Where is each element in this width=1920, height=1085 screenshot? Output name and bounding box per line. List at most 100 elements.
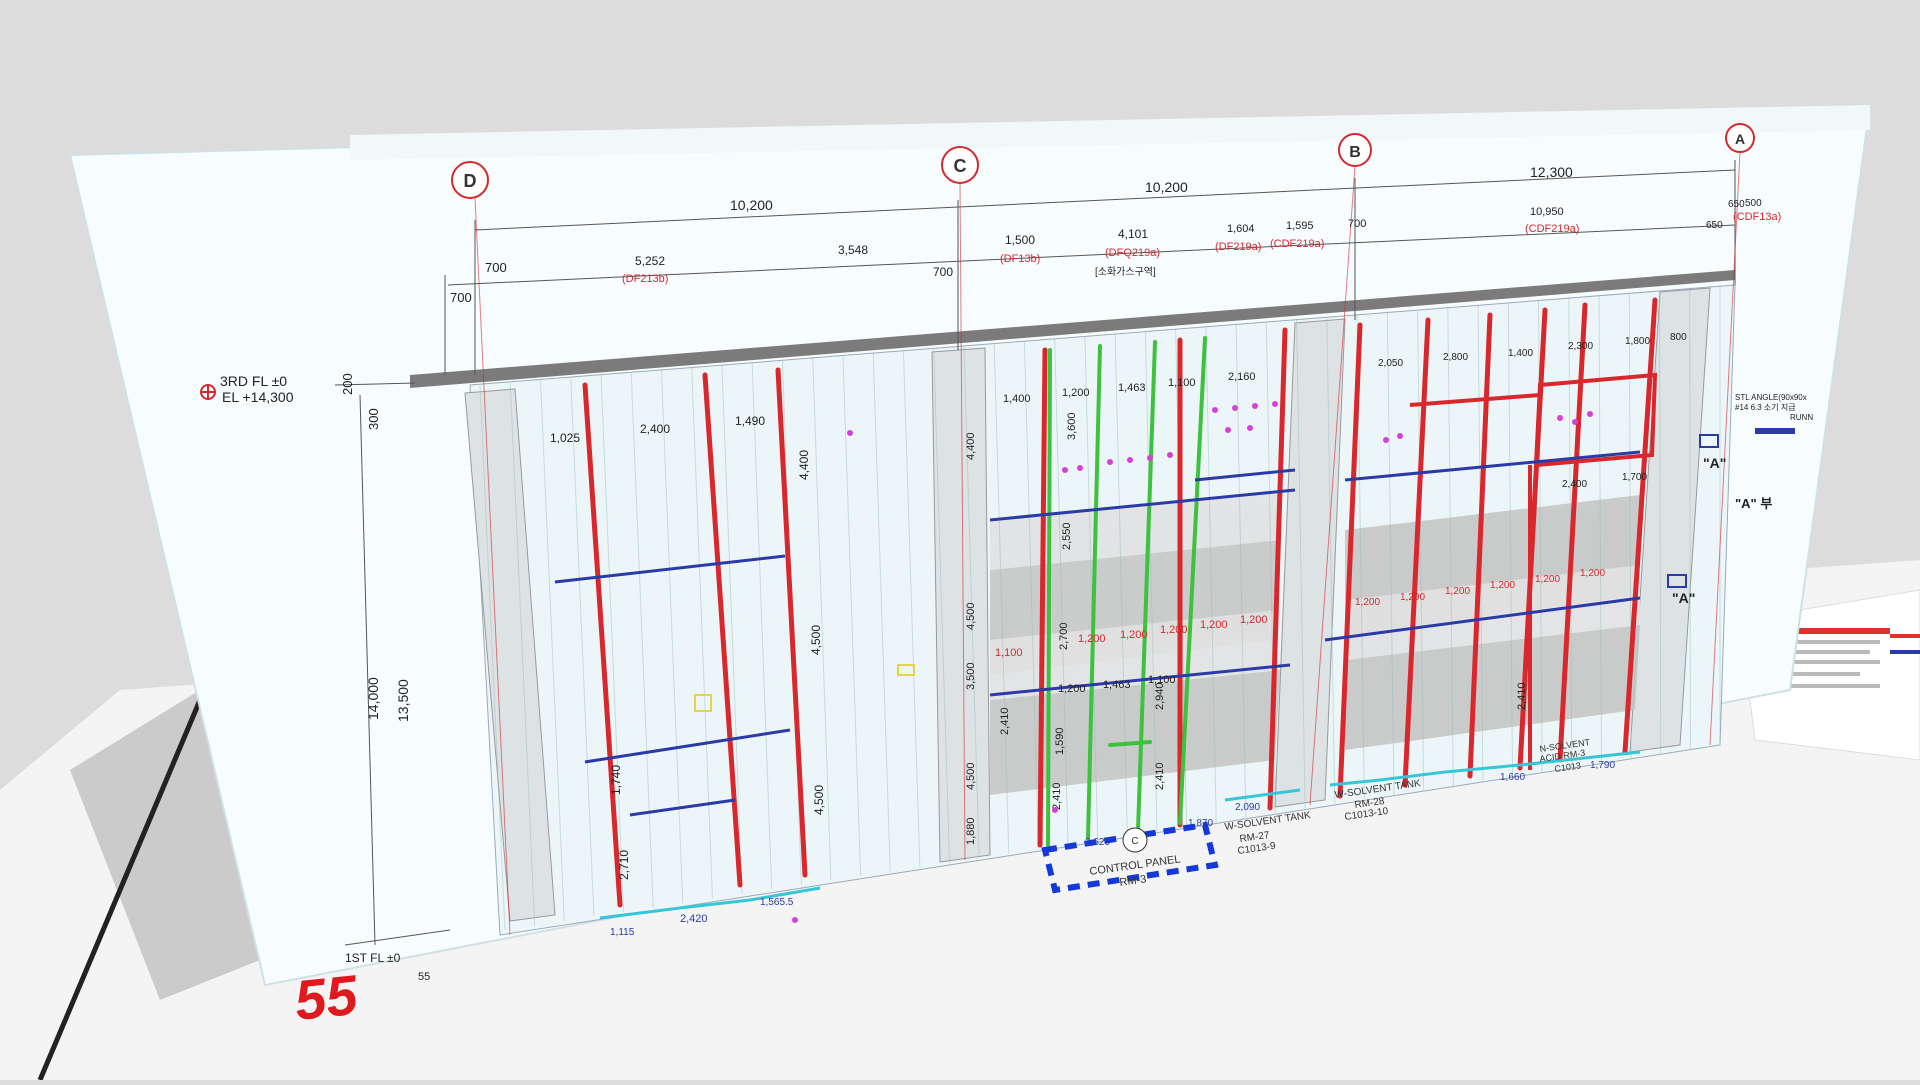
svg-text:3,600: 3,600 (1066, 412, 1078, 440)
svg-text:(CDF219a): (CDF219a) (1525, 223, 1579, 235)
svg-text:"A" 부: "A" 부 (1735, 496, 1772, 511)
svg-text:1,200: 1,200 (1240, 614, 1268, 626)
svg-text:D: D (464, 171, 477, 191)
svg-text:1,200: 1,200 (1120, 629, 1148, 641)
marker-dot (1557, 415, 1563, 421)
svg-text:2,400: 2,400 (640, 422, 670, 436)
svg-text:800: 800 (1670, 332, 1687, 343)
marker-dot (792, 917, 798, 923)
svg-text:14,000: 14,000 (365, 677, 381, 720)
svg-text:1,115: 1,115 (610, 927, 635, 938)
svg-text:1,025: 1,025 (550, 431, 580, 445)
svg-text:3,548: 3,548 (838, 243, 868, 257)
svg-text:650: 650 (1728, 199, 1745, 210)
korean-zone-note: [소화가스구역] (1095, 266, 1156, 278)
svg-text:2,300: 2,300 (1568, 341, 1593, 352)
svg-text:1,880: 1,880 (965, 817, 977, 845)
svg-text:1,870: 1,870 (1188, 818, 1213, 829)
svg-text:1,400: 1,400 (1508, 348, 1533, 359)
marker-dot (1052, 807, 1058, 813)
svg-text:13,500: 13,500 (395, 679, 411, 722)
svg-text:500: 500 (1745, 198, 1762, 209)
svg-text:1,740: 1,740 (609, 765, 623, 795)
svg-text:C: C (954, 156, 967, 176)
svg-text:700: 700 (1348, 218, 1366, 230)
svg-text:1,200: 1,200 (1078, 633, 1106, 645)
svg-text:1,790: 1,790 (1590, 760, 1615, 771)
svg-text:2,050: 2,050 (1378, 358, 1403, 369)
svg-text:(DF219a): (DF219a) (1215, 241, 1261, 253)
svg-text:1,463: 1,463 (1103, 679, 1131, 691)
svg-text:700: 700 (450, 290, 472, 305)
svg-text:700: 700 (485, 260, 507, 275)
svg-text:2,620: 2,620 (1085, 837, 1110, 848)
svg-text:(DF13b): (DF13b) (1000, 253, 1040, 265)
svg-text:4,500: 4,500 (965, 762, 977, 790)
svg-text:1,200: 1,200 (1535, 574, 1560, 585)
cad-sheet-3d-view[interactable]: D C B A 10,200 10,200 12,300 700 5,252 3… (0, 0, 1920, 1081)
svg-text:(DFQ219a): (DFQ219a) (1105, 247, 1160, 259)
svg-text:"A": "A" (1703, 455, 1726, 471)
marker-dot (1107, 459, 1113, 465)
marker-dot (1147, 455, 1153, 461)
svg-text:700: 700 (933, 265, 953, 279)
svg-text:1,200: 1,200 (1400, 592, 1425, 603)
svg-text:4,500: 4,500 (965, 602, 977, 630)
svg-text:(CDF13a): (CDF13a) (1733, 211, 1781, 223)
marker-dot (1252, 403, 1258, 409)
svg-text:2,700: 2,700 (1058, 622, 1070, 650)
svg-text:1,100: 1,100 (995, 647, 1023, 659)
svg-text:650: 650 (1706, 220, 1723, 231)
svg-text:(DF213b): (DF213b) (622, 273, 668, 285)
svg-text:1,200: 1,200 (1355, 597, 1380, 608)
marker-dot (1587, 411, 1593, 417)
mullion-line (1689, 287, 1691, 750)
svg-text:1,595: 1,595 (1286, 220, 1314, 232)
svg-text:1,200: 1,200 (1580, 568, 1605, 579)
svg-text:1,500: 1,500 (1005, 233, 1035, 247)
third-floor-label: 3RD FL ±0 (220, 373, 287, 389)
svg-text:"A": "A" (1672, 590, 1695, 606)
svg-text:200: 200 (340, 373, 355, 395)
svg-text:2,940: 2,940 (1154, 682, 1166, 710)
svg-text:1,200: 1,200 (1445, 586, 1470, 597)
svg-text:2,420: 2,420 (680, 913, 708, 925)
svg-text:4,500: 4,500 (809, 625, 823, 655)
svg-text:1,604: 1,604 (1227, 223, 1255, 235)
dim-bay-D-C: 10,200 (730, 197, 773, 213)
first-floor-small: 55 (418, 971, 430, 983)
svg-text:1,565.5: 1,565.5 (760, 897, 794, 908)
svg-text:#14 6.3 소기 지급: #14 6.3 소기 지급 (1735, 403, 1796, 412)
svg-text:3,500: 3,500 (965, 662, 977, 690)
svg-text:B: B (1349, 144, 1361, 161)
svg-text:1,400: 1,400 (1003, 393, 1031, 405)
marker-dot (1225, 427, 1231, 433)
third-floor-el: EL +14,300 (222, 389, 294, 405)
svg-text:2,410: 2,410 (1051, 782, 1063, 810)
svg-text:5,252: 5,252 (635, 254, 665, 268)
marker-dot (1397, 433, 1403, 439)
svg-text:1,200: 1,200 (1200, 619, 1228, 631)
drawing-canvas[interactable]: D C B A 10,200 10,200 12,300 700 5,252 3… (0, 0, 1920, 1081)
svg-text:4,101: 4,101 (1118, 227, 1148, 241)
svg-text:4,500: 4,500 (812, 785, 826, 815)
marker-dot (1272, 401, 1278, 407)
svg-text:2,800: 2,800 (1443, 352, 1468, 363)
svg-text:10,950: 10,950 (1530, 206, 1564, 218)
svg-text:2,710: 2,710 (617, 850, 631, 880)
svg-text:1,200: 1,200 (1058, 683, 1086, 695)
svg-text:RUNN: RUNN (1790, 413, 1813, 422)
marker-dot (1572, 419, 1578, 425)
page-number: 55 (292, 963, 361, 1032)
svg-text:2,400: 2,400 (1562, 479, 1587, 490)
svg-text:4,400: 4,400 (965, 432, 977, 460)
svg-text:2,550: 2,550 (1061, 522, 1073, 550)
svg-text:300: 300 (366, 408, 381, 430)
marker-dot (1232, 405, 1238, 411)
svg-text:1,200: 1,200 (1062, 387, 1090, 399)
dim-bay-C-B: 10,200 (1145, 179, 1188, 195)
svg-text:2,410: 2,410 (1516, 682, 1528, 710)
marker-dot (1383, 437, 1389, 443)
marker-dot (1212, 407, 1218, 413)
svg-text:1,200: 1,200 (1490, 580, 1515, 591)
